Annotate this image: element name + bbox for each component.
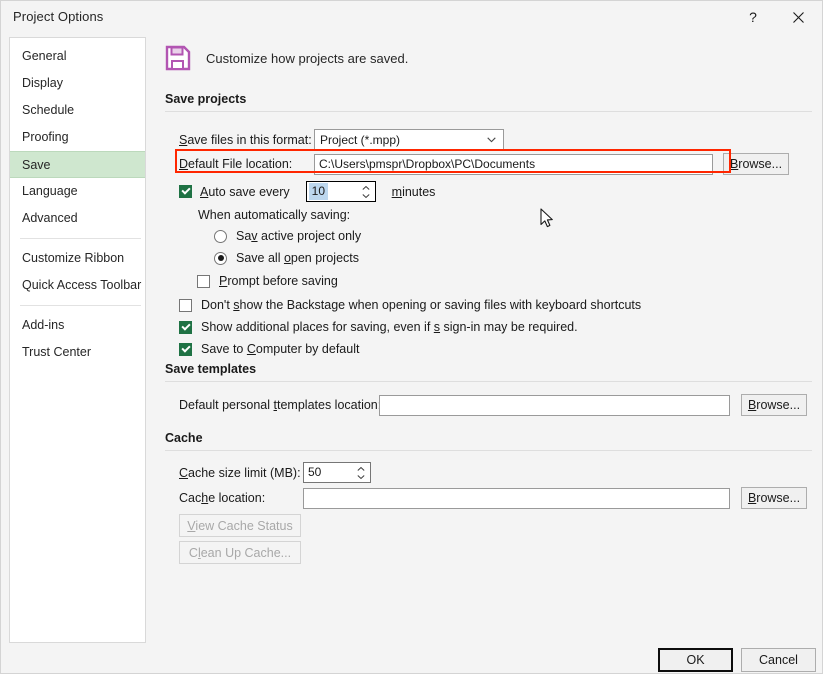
cache-size-row: Cache size limit (MB): 50	[179, 462, 371, 483]
file-format-row: Save files in this format: Project (*.mp…	[179, 129, 504, 150]
auto-save-unit-label: minutes	[392, 185, 436, 199]
sidebar-item-proofing[interactable]: Proofing	[10, 124, 145, 151]
save-to-computer-label: Save to Computer by default	[201, 342, 359, 356]
stepper-down-icon[interactable]	[357, 474, 365, 479]
default-file-location-label: Default File location:	[179, 157, 314, 171]
prompt-before-saving-checkbox[interactable]	[197, 275, 210, 288]
window-title: Project Options	[13, 9, 103, 24]
auto-save-row: Auto save every 10 minutes	[179, 181, 435, 202]
sidebar-item-advanced[interactable]: Advanced	[10, 205, 145, 232]
save-templates-rule	[165, 381, 812, 382]
additional-places-checkbox[interactable]	[179, 321, 192, 334]
project-options-dialog: Project Options ? General Display Schedu…	[0, 0, 823, 674]
save-templates-group: Save templates	[165, 362, 812, 382]
cache-location-row: Cache location: Browse...	[179, 487, 807, 509]
templates-location-row: Default personal ttemplates location: Br…	[179, 394, 807, 416]
sidebar-item-language[interactable]: Language	[10, 178, 145, 205]
default-file-location-row: Default File location: C:\Users\pmspr\Dr…	[179, 153, 789, 175]
stepper-up-icon[interactable]	[362, 185, 370, 190]
options-category-list[interactable]: General Display Schedule Proofing Save L…	[9, 37, 146, 643]
additional-places-row[interactable]: Show additional places for saving, even …	[179, 320, 578, 334]
templates-location-input[interactable]	[379, 395, 730, 416]
additional-places-label: Show additional places for saving, even …	[201, 320, 578, 334]
chevron-down-icon	[487, 137, 496, 143]
panel-header: Customize how projects are saved.	[165, 45, 408, 71]
sidebar-item-customize-ribbon[interactable]: Customize Ribbon	[10, 245, 145, 272]
ok-label: OK	[686, 653, 704, 667]
when-auto-saving-label: When automatically saving:	[198, 208, 350, 222]
clean-up-cache-label: Clean Up Cache...	[189, 546, 291, 560]
cache-location-label: Cache location:	[179, 491, 303, 505]
close-button[interactable]	[776, 1, 820, 33]
save-templates-title: Save templates	[165, 362, 812, 381]
save-options-panel: Customize how projects are saved. Save p…	[157, 37, 812, 637]
sidebar-item-display[interactable]: Display	[10, 70, 145, 97]
sidebar-item-quick-access-toolbar[interactable]: Quick Access Toolbar	[10, 272, 145, 299]
stepper-down-icon[interactable]	[362, 193, 370, 198]
cache-size-stepper[interactable]: 50	[303, 462, 371, 483]
when-auto-saving-row: When automatically saving:	[198, 208, 350, 222]
stepper-arrows[interactable]	[362, 185, 370, 198]
radio-save-active-only-row[interactable]: Sav active project only	[214, 229, 361, 243]
save-to-computer-row[interactable]: Save to Computer by default	[179, 342, 359, 356]
sidebar-item-trust-center[interactable]: Trust Center	[10, 339, 145, 366]
view-cache-status-label: View Cache Status	[187, 519, 292, 533]
cache-group: Cache	[165, 431, 812, 451]
save-projects-group: Save projects	[165, 92, 812, 112]
cache-size-label: Cache size limit (MB):	[179, 466, 303, 480]
radio-save-active-only-label: Sav active project only	[236, 229, 361, 243]
templates-location-label: Default personal ttemplates location:	[179, 398, 379, 412]
browse-default-file-location-button[interactable]: Browse...	[723, 153, 789, 175]
sidebar-item-schedule[interactable]: Schedule	[10, 97, 145, 124]
close-icon	[793, 12, 804, 23]
cache-location-input[interactable]	[303, 488, 730, 509]
radio-save-all-open-row[interactable]: Save all open projects	[214, 251, 359, 265]
auto-save-interval-value: 10	[309, 183, 328, 200]
floppy-disk-save-icon	[165, 45, 191, 71]
title-bar: Project Options ?	[1, 1, 822, 34]
sidebar-divider-1	[20, 238, 141, 239]
radio-save-all-open-label: Save all open projects	[236, 251, 359, 265]
stepper-up-icon[interactable]	[357, 466, 365, 471]
cache-title: Cache	[165, 431, 812, 450]
browse-templates-location-button[interactable]: Browse...	[741, 394, 807, 416]
browse-label: Browse...	[748, 398, 800, 412]
stepper-arrows[interactable]	[357, 466, 365, 479]
cache-rule	[165, 450, 812, 451]
sidebar-item-add-ins[interactable]: Add-ins	[10, 312, 145, 339]
save-projects-rule	[165, 111, 812, 112]
panel-header-text: Customize how projects are saved.	[206, 51, 408, 66]
default-file-location-input[interactable]: C:\Users\pmspr\Dropbox\PC\Documents	[314, 154, 713, 175]
backstage-row[interactable]: Don't show the Backstage when opening or…	[179, 298, 641, 312]
cancel-label: Cancel	[759, 653, 798, 667]
radio-save-active-project-only[interactable]	[214, 230, 227, 243]
default-file-location-value: C:\Users\pmspr\Dropbox\PC\Documents	[319, 157, 535, 171]
clean-up-cache-button[interactable]: Clean Up Cache...	[179, 541, 301, 564]
sidebar-item-save[interactable]: Save	[10, 151, 145, 178]
view-cache-status-button[interactable]: View Cache Status	[179, 514, 301, 537]
auto-save-checkbox[interactable]	[179, 185, 192, 198]
cancel-button[interactable]: Cancel	[741, 648, 816, 672]
prompt-before-saving-row[interactable]: Prompt before saving	[197, 274, 338, 288]
save-to-computer-checkbox[interactable]	[179, 343, 192, 356]
help-button[interactable]: ?	[731, 1, 775, 33]
auto-save-label: Auto save every	[200, 185, 290, 199]
file-format-value: Project (*.mpp)	[320, 133, 400, 147]
ok-button[interactable]: OK	[658, 648, 733, 672]
browse-label: Browse...	[730, 157, 782, 171]
backstage-checkbox[interactable]	[179, 299, 192, 312]
cache-size-value: 50	[304, 465, 321, 480]
save-projects-title: Save projects	[165, 92, 812, 111]
backstage-label: Don't show the Backstage when opening or…	[201, 298, 641, 312]
sidebar-divider-2	[20, 305, 141, 306]
radio-save-all-open-projects[interactable]	[214, 252, 227, 265]
prompt-before-saving-label: Prompt before saving	[219, 274, 338, 288]
sidebar-item-general[interactable]: General	[10, 43, 145, 70]
auto-save-interval-stepper[interactable]: 10	[306, 181, 376, 202]
file-format-label: Save files in this format:	[179, 133, 314, 147]
browse-cache-location-button[interactable]: Browse...	[741, 487, 807, 509]
browse-label: Browse...	[748, 491, 800, 505]
question-mark-icon: ?	[749, 9, 757, 25]
file-format-combobox[interactable]: Project (*.mpp)	[314, 129, 504, 150]
